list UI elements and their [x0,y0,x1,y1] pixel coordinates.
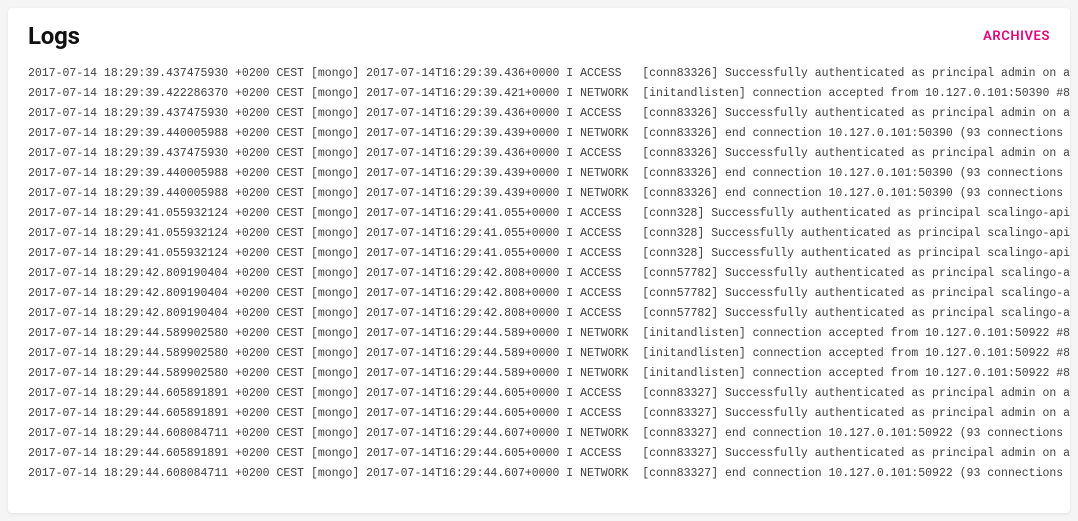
log-line: 2017-07-14 18:29:44.608084711 +0200 CEST… [28,424,1070,444]
log-line: 2017-07-14 18:29:44.605891891 +0200 CEST… [28,444,1070,464]
log-line: 2017-07-14 18:29:39.440005988 +0200 CEST… [28,184,1070,204]
log-line: 2017-07-14 18:29:41.055932124 +0200 CEST… [28,204,1070,224]
page-title: Logs [28,22,80,50]
log-line: 2017-07-14 18:29:41.055932124 +0200 CEST… [28,224,1070,244]
log-line: 2017-07-14 18:29:41.055932124 +0200 CEST… [28,244,1070,264]
log-line: 2017-07-14 18:29:39.440005988 +0200 CEST… [28,124,1070,144]
logs-header: Logs ARCHIVES [8,8,1070,64]
log-line: 2017-07-14 18:29:42.809190404 +0200 CEST… [28,304,1070,324]
log-line: 2017-07-14 18:29:44.605891891 +0200 CEST… [28,404,1070,424]
log-line: 2017-07-14 18:29:44.589902580 +0200 CEST… [28,324,1070,344]
log-line: 2017-07-14 18:29:44.608084711 +0200 CEST… [28,464,1070,484]
log-line: 2017-07-14 18:29:42.809190404 +0200 CEST… [28,284,1070,304]
log-line: 2017-07-14 18:29:39.437475930 +0200 CEST… [28,104,1070,124]
log-line: 2017-07-14 18:29:39.440005988 +0200 CEST… [28,164,1070,184]
log-line: 2017-07-14 18:29:39.437475930 +0200 CEST… [28,64,1070,84]
log-line: 2017-07-14 18:29:44.605891891 +0200 CEST… [28,384,1070,404]
logs-panel: Logs ARCHIVES 2017-07-14 18:29:39.437475… [8,8,1070,513]
log-line: 2017-07-14 18:29:39.422286370 +0200 CEST… [28,84,1070,104]
log-line: 2017-07-14 18:29:44.589902580 +0200 CEST… [28,364,1070,384]
log-line: 2017-07-14 18:29:39.437475930 +0200 CEST… [28,144,1070,164]
log-line: 2017-07-14 18:29:44.589902580 +0200 CEST… [28,344,1070,364]
log-line: 2017-07-14 18:29:42.809190404 +0200 CEST… [28,264,1070,284]
archives-link[interactable]: ARCHIVES [983,29,1050,44]
log-viewport[interactable]: 2017-07-14 18:29:39.437475930 +0200 CEST… [8,64,1070,513]
